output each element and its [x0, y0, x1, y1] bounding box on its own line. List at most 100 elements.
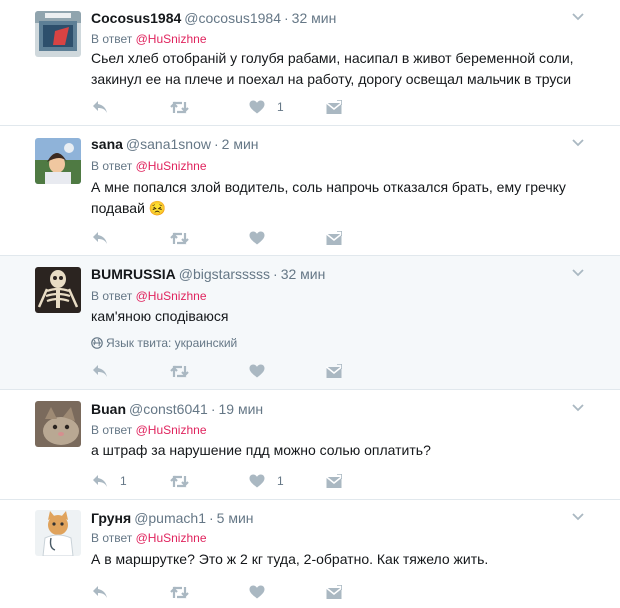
tweet-item[interactable]: sana @sana1snow · 2 мин В ответ @HuSnizhne …: [0, 126, 620, 256]
direct-message-button[interactable]: [326, 582, 342, 602]
author-name[interactable]: BUMRUSSIA: [91, 266, 176, 282]
reply-mention-link[interactable]: @HuSnizhne: [136, 289, 207, 303]
chevron-down-icon[interactable]: [572, 512, 584, 522]
separator: ·: [284, 10, 289, 26]
tweet-language-info: Язык твита: украинский: [91, 336, 237, 350]
heart-icon: [249, 100, 265, 114]
reply-button[interactable]: [92, 361, 120, 381]
cat-avatar-icon: [35, 401, 81, 447]
reply-prefix: В ответ: [91, 289, 133, 303]
tweet-item[interactable]: BUMRUSSIA @bigstarsssss · 32 мин В ответ @H…: [0, 256, 620, 390]
tweet-actions: 1 1: [91, 471, 391, 491]
tweet-time[interactable]: 2 мин: [222, 136, 259, 152]
reply-prefix: В ответ: [91, 531, 133, 545]
author-handle[interactable]: @cocosus1984: [184, 10, 281, 26]
reply-context: В ответ @HuSnizhne: [91, 159, 207, 173]
tweet-text: А мне попался злой водитель, соль напроч…: [91, 179, 566, 216]
reply-mention-link[interactable]: @HuSnizhne: [136, 423, 207, 437]
tweet-header: Груня @pumach1 · 5 мин: [91, 510, 254, 526]
separator: ·: [209, 510, 214, 526]
retweet-icon: [170, 231, 189, 245]
tweet-actions: [91, 228, 391, 248]
tweet-text: а штраф за нарушение пдд можно солью опл…: [91, 442, 431, 458]
avatar[interactable]: [35, 138, 81, 184]
tweet-text: А в маршрутке? Это ж 2 кг туда, 2-обратн…: [91, 551, 489, 567]
tweet-time[interactable]: 19 мин: [219, 401, 264, 417]
author-name[interactable]: Cocosus1984: [91, 10, 181, 26]
tweet-header: BUMRUSSIA @bigstarsssss · 32 мин: [91, 266, 325, 282]
direct-message-button[interactable]: [326, 228, 342, 248]
author-name[interactable]: sana: [91, 136, 123, 152]
reply-icon: [93, 232, 107, 244]
globe-icon: [91, 337, 103, 349]
reply-icon: [93, 475, 107, 487]
reply-icon: [93, 586, 107, 598]
chevron-down-icon[interactable]: [572, 268, 584, 278]
reply-button[interactable]: [92, 582, 120, 602]
doctor-cat-avatar-icon: [35, 510, 81, 556]
like-button[interactable]: 1: [249, 97, 284, 117]
direct-message-button[interactable]: [326, 361, 342, 381]
heart-icon: [249, 585, 265, 599]
retweet-icon: [170, 364, 189, 378]
author-handle[interactable]: @sana1snow: [126, 136, 211, 152]
reply-context: В ответ @HuSnizhne: [91, 531, 207, 545]
author-handle[interactable]: @bigstarsssss: [179, 266, 270, 282]
tweet-text: кам'яною сподіваюся: [91, 308, 229, 324]
like-button[interactable]: [249, 228, 277, 248]
envelope-icon: [326, 473, 342, 488]
avatar[interactable]: [35, 267, 81, 313]
heart-icon: [249, 364, 265, 378]
tweet-item[interactable]: Buan @const6041 · 19 мин В ответ @HuSnizhne…: [0, 390, 620, 500]
envelope-icon: [326, 363, 342, 378]
reply-prefix: В ответ: [91, 32, 133, 46]
author-name[interactable]: Груня: [91, 510, 131, 526]
like-button[interactable]: [249, 361, 277, 381]
avatar[interactable]: [35, 11, 81, 57]
tweet-item[interactable]: Cocosus1984 @cocosus1984 · 32 мин В ответ @…: [0, 0, 620, 126]
tweet-time[interactable]: 5 мин: [217, 510, 254, 526]
direct-message-button[interactable]: [326, 471, 342, 491]
direct-message-button[interactable]: [326, 97, 342, 117]
reply-button[interactable]: 1: [92, 471, 127, 491]
separator: ·: [210, 401, 216, 417]
author-handle[interactable]: @const6041: [129, 401, 208, 417]
retweet-icon: [170, 474, 189, 488]
reply-button[interactable]: [92, 228, 120, 248]
tweet-timeline: Cocosus1984 @cocosus1984 · 32 мин В ответ @…: [0, 0, 620, 608]
like-count: 1: [277, 474, 284, 488]
reply-context: В ответ @HuSnizhne: [91, 32, 207, 46]
reply-mention-link[interactable]: @HuSnizhne: [136, 32, 207, 46]
heart-icon: [249, 474, 265, 488]
tweet-header: Buan @const6041 · 19 мин: [91, 401, 263, 417]
reply-mention-link[interactable]: @HuSnizhne: [136, 531, 207, 545]
tweet-time[interactable]: 32 мин: [281, 266, 326, 282]
tweet-header: Cocosus1984 @cocosus1984 · 32 мин: [91, 10, 336, 26]
avatar[interactable]: [35, 510, 81, 556]
chevron-down-icon[interactable]: [572, 138, 584, 148]
tweet-actions: [91, 361, 391, 381]
retweet-button[interactable]: [170, 97, 189, 117]
tweet-time[interactable]: 32 мин: [292, 10, 337, 26]
retweet-button[interactable]: [170, 471, 189, 491]
avatar[interactable]: [35, 401, 81, 447]
reply-context: В ответ @HuSnizhne: [91, 423, 207, 437]
chevron-down-icon[interactable]: [572, 12, 584, 22]
author-handle[interactable]: @pumach1: [134, 510, 206, 526]
reply-button[interactable]: [92, 97, 120, 117]
reply-prefix: В ответ: [91, 423, 133, 437]
separator: ·: [213, 136, 219, 152]
author-name[interactable]: Buan: [91, 401, 126, 417]
retweet-icon: [170, 100, 189, 114]
reply-mention-link[interactable]: @HuSnizhne: [136, 159, 207, 173]
retweet-button[interactable]: [170, 582, 189, 602]
retweet-button[interactable]: [170, 361, 189, 381]
like-button[interactable]: [249, 582, 277, 602]
like-button[interactable]: 1: [249, 471, 284, 491]
tweet-header: sana @sana1snow · 2 мин: [91, 136, 259, 152]
envelope-icon: [326, 230, 342, 245]
retweet-button[interactable]: [170, 228, 189, 248]
like-count: 1: [277, 100, 284, 114]
tweet-item[interactable]: Груня @pumach1 · 5 мин В ответ @HuSnizhne А…: [0, 500, 620, 608]
chevron-down-icon[interactable]: [572, 403, 584, 413]
